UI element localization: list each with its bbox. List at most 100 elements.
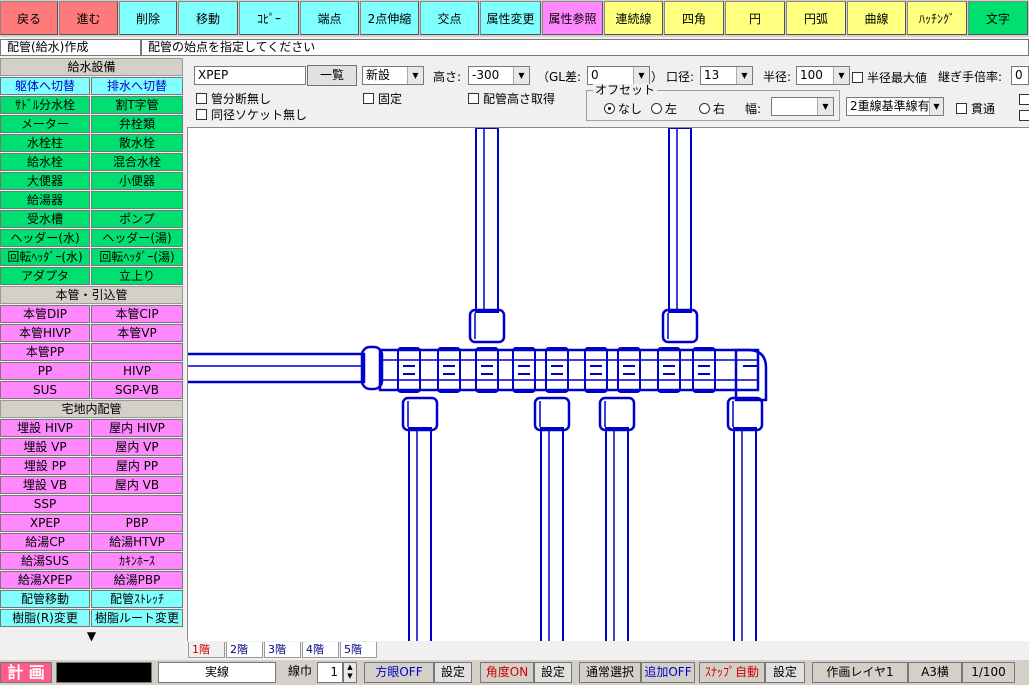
water-item-3[interactable]: 弁栓類 <box>91 115 183 133</box>
attribute-change-button[interactable]: 属性変更 <box>480 1 541 35</box>
yard-pipe-item-10[interactable]: XPEP <box>0 514 90 532</box>
grid-settings-button[interactable]: 設定 <box>434 662 472 683</box>
layer-select[interactable]: 作画レイヤ1 <box>812 662 908 683</box>
two-point-stretch-button[interactable]: 2点伸縮 <box>360 1 419 35</box>
water-item-19[interactable]: 立上り <box>91 267 183 285</box>
yard-pipe-item-16[interactable]: 給湯XPEP <box>0 571 90 589</box>
yard-pipe-item-15[interactable]: ｶｷﾝﾎｰｽ <box>91 552 183 570</box>
water-item-10[interactable]: 給湯器 <box>0 191 90 209</box>
color-swatch[interactable] <box>56 662 152 683</box>
circle-button[interactable]: 円 <box>725 1 785 35</box>
main-pipe-item-8[interactable]: SUS <box>0 381 90 399</box>
same-socket-checkbox[interactable]: 同径ソケット無し <box>196 106 307 123</box>
radius-select[interactable]: 100 ▼ <box>796 66 850 85</box>
water-item-4[interactable]: 水栓柱 <box>0 134 90 152</box>
main-pipe-item-3[interactable]: 本管VP <box>91 324 183 342</box>
main-pipe-item-7[interactable]: HIVP <box>91 362 183 380</box>
water-item-12[interactable]: 受水槽 <box>0 210 90 228</box>
through-checkbox[interactable]: 貫通 <box>956 100 995 117</box>
offset-right-radio[interactable]: 右 <box>699 100 725 117</box>
scale-display[interactable]: 1/100 <box>962 662 1015 683</box>
pipe-type-field[interactable]: XPEP <box>194 66 306 85</box>
pipe-cut-checkbox[interactable]: 管分断無し <box>196 90 271 107</box>
water-item-13[interactable]: ポンプ <box>91 210 183 228</box>
more-arrow-icon[interactable]: ▼ <box>0 628 183 646</box>
water-item-0[interactable]: ｻﾄﾞﾙ分水栓 <box>0 96 90 114</box>
arc-button[interactable]: 円弧 <box>786 1 846 35</box>
snap-toggle[interactable]: ｽﾅｯﾌﾟ自動 <box>699 662 765 683</box>
water-item-18[interactable]: アダプタ <box>0 267 90 285</box>
move-button[interactable]: 移動 <box>178 1 238 35</box>
pipe-tool-item-0[interactable]: 配管移動 <box>0 590 90 608</box>
drawing-canvas[interactable] <box>187 127 1029 641</box>
main-pipe-item-1[interactable]: 本管CIP <box>91 305 183 323</box>
floor-tab-2[interactable]: 2階 <box>226 642 263 658</box>
yard-pipe-item-1[interactable]: 屋内 HIVP <box>91 419 183 437</box>
endpoint-button[interactable]: 端点 <box>300 1 359 35</box>
water-item-17[interactable]: 回転ﾍｯﾀﾞｰ(湯) <box>91 248 183 266</box>
new-select[interactable]: 新設 ▼ <box>362 66 424 85</box>
floor-tab-3[interactable]: 3階 <box>264 642 301 658</box>
add-mode-toggle[interactable]: 追加OFF <box>641 662 695 683</box>
rectangle-button[interactable]: 四角 <box>664 1 724 35</box>
hatching-button[interactable]: ﾊｯﾁﾝｸﾞ <box>907 1 967 35</box>
line-width-field[interactable]: 1 <box>317 662 343 683</box>
yard-pipe-item-17[interactable]: 給湯PBP <box>91 571 183 589</box>
list-button[interactable]: 一覧 <box>307 65 357 86</box>
yard-pipe-item-3[interactable]: 屋内 VP <box>91 438 183 456</box>
yard-pipe-item-11[interactable]: PBP <box>91 514 183 532</box>
delete-button[interactable]: 削除 <box>119 1 177 35</box>
yard-pipe-item-12[interactable]: 給湯CP <box>0 533 90 551</box>
offset-left-radio[interactable]: 左 <box>651 100 677 117</box>
radius-max-checkbox[interactable]: 半径最大値 <box>852 69 927 86</box>
joint-field[interactable]: 0 <box>1011 66 1029 85</box>
main-pipe-item-4[interactable]: 本管PP <box>0 343 90 361</box>
polyline-button[interactable]: 連続線 <box>604 1 663 35</box>
paper-size[interactable]: A3横 <box>908 662 962 683</box>
height-select[interactable]: -300 ▼ <box>468 66 530 85</box>
pipe-tool-item-2[interactable]: 樹脂(R)変更 <box>0 609 90 627</box>
fixed-checkbox[interactable]: 固定 <box>363 90 402 107</box>
yard-pipe-item-5[interactable]: 屋内 PP <box>91 457 183 475</box>
switch-to-drainage-button[interactable]: 排水へ切替 <box>91 77 183 95</box>
water-item-15[interactable]: ヘッダー(湯) <box>91 229 183 247</box>
width-select[interactable]: ▼ <box>771 97 834 116</box>
yard-pipe-item-7[interactable]: 屋内 VB <box>91 476 183 494</box>
diameter-select[interactable]: 13 ▼ <box>700 66 753 85</box>
main-pipe-item-0[interactable]: 本管DIP <box>0 305 90 323</box>
copy-button[interactable]: ｺﾋﾟｰ <box>239 1 299 35</box>
select-mode[interactable]: 通常選択 <box>579 662 641 683</box>
pipe-tool-item-3[interactable]: 樹脂ルート変更 <box>91 609 183 627</box>
main-pipe-item-2[interactable]: 本管HIVP <box>0 324 90 342</box>
yard-pipe-item-2[interactable]: 埋設 VP <box>0 438 90 456</box>
attribute-reference-button[interactable]: 属性参照 <box>542 1 603 35</box>
line-width-spinner[interactable]: ▲ ▼ <box>343 662 357 683</box>
extra-checkbox-1[interactable] <box>1019 93 1029 107</box>
offset-none-radio[interactable]: なし <box>604 100 642 117</box>
water-item-8[interactable]: 大便器 <box>0 172 90 190</box>
grid-toggle[interactable]: 方眼OFF <box>364 662 434 683</box>
main-pipe-item-6[interactable]: PP <box>0 362 90 380</box>
intersection-button[interactable]: 交点 <box>420 1 479 35</box>
floor-tab-1[interactable]: 1階 <box>188 642 225 658</box>
water-item-6[interactable]: 給水栓 <box>0 153 90 171</box>
yard-pipe-item-0[interactable]: 埋設 HIVP <box>0 419 90 437</box>
floor-tab-4[interactable]: 4階 <box>302 642 339 658</box>
pipe-tool-item-1[interactable]: 配管ｽﾄﾚｯﾁ <box>91 590 183 608</box>
yard-pipe-item-4[interactable]: 埋設 PP <box>0 457 90 475</box>
back-button[interactable]: 戻る <box>0 1 58 35</box>
curve-button[interactable]: 曲線 <box>847 1 906 35</box>
double-line-select[interactable]: 2重線基準線有 ▼ <box>846 97 944 116</box>
yard-pipe-item-13[interactable]: 給湯HTVP <box>91 533 183 551</box>
water-item-16[interactable]: 回転ﾍｯﾀﾞｰ(水) <box>0 248 90 266</box>
water-item-1[interactable]: 割T字管 <box>91 96 183 114</box>
switch-to-structure-button[interactable]: 躯体へ切替 <box>0 77 90 95</box>
water-item-2[interactable]: メーター <box>0 115 90 133</box>
text-button[interactable]: 文字 <box>968 1 1028 35</box>
angle-settings-button[interactable]: 設定 <box>534 662 572 683</box>
water-item-7[interactable]: 混合水栓 <box>91 153 183 171</box>
forward-button[interactable]: 進む <box>59 1 118 35</box>
extra-checkbox-2[interactable] <box>1019 109 1029 123</box>
water-item-5[interactable]: 散水栓 <box>91 134 183 152</box>
floor-tab-5[interactable]: 5階 <box>340 642 377 658</box>
